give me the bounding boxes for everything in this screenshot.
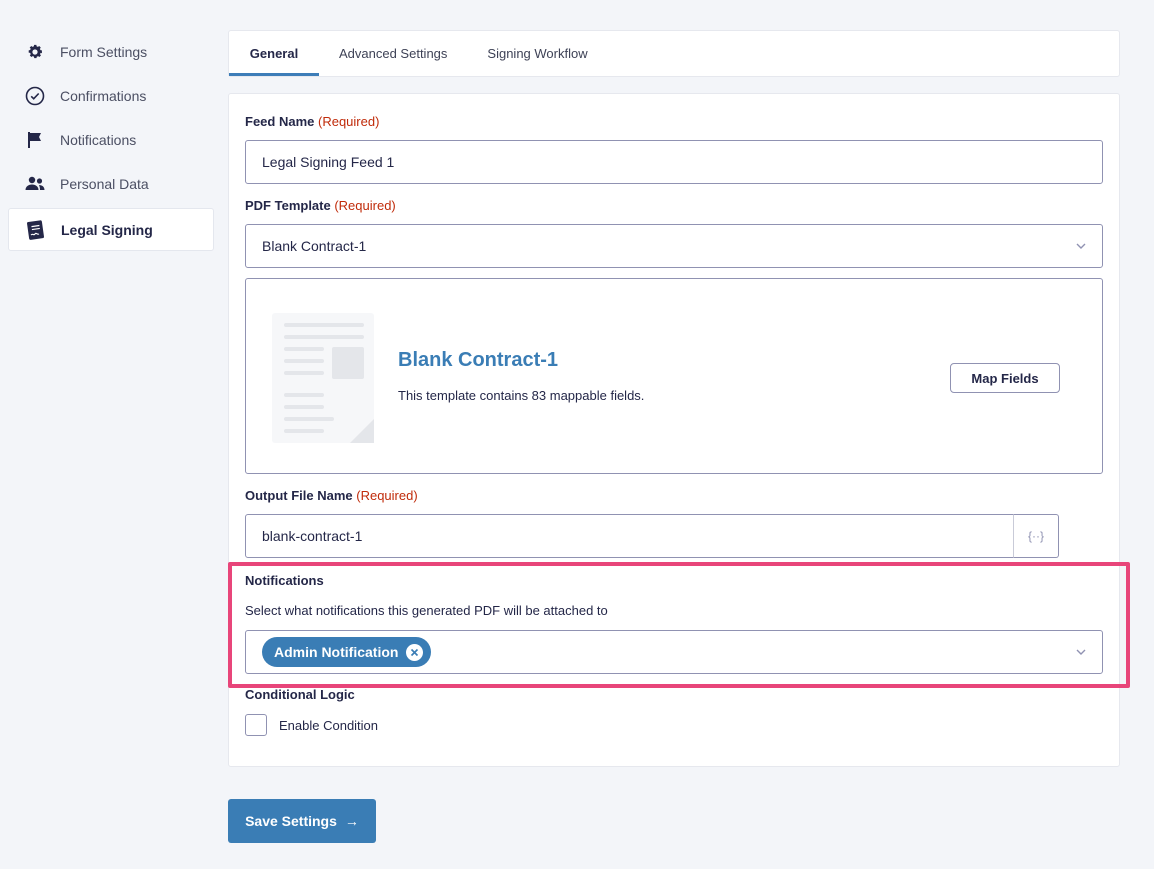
sidebar-item-confirmations[interactable]: Confirmations <box>8 74 214 118</box>
feed-name-label: Feed Name (Required) <box>245 114 380 129</box>
sidebar-item-notifications[interactable]: Notifications <box>8 118 214 162</box>
template-thumbnail-icon <box>272 313 374 443</box>
enable-condition-checkbox[interactable] <box>245 714 267 736</box>
pdf-template-select[interactable]: Blank Contract-1 <box>245 224 1103 268</box>
tab-advanced-settings[interactable]: Advanced Settings <box>319 31 467 76</box>
remove-chip-icon[interactable] <box>406 643 424 661</box>
sidebar-item-label: Personal Data <box>60 176 149 192</box>
map-fields-button[interactable]: Map Fields <box>950 363 1060 393</box>
notification-chip: Admin Notification <box>262 637 432 667</box>
sidebar-item-label: Form Settings <box>60 44 148 60</box>
sidebar-item-label: Notifications <box>60 132 137 148</box>
required-indicator: (Required) <box>334 198 396 213</box>
feed-name-input[interactable]: Legal Signing Feed 1 <box>245 140 1103 184</box>
template-title: Blank Contract-1 <box>398 349 559 371</box>
settings-sidebar: Form Settings Confirmations Notification… <box>8 30 214 251</box>
feed-settings-card: Feed Name (Required) Legal Signing Feed … <box>228 93 1120 767</box>
notifications-help-text: Select what notifications this generated… <box>245 603 608 618</box>
template-description: This template contains 83 mappable field… <box>398 388 645 403</box>
chevron-down-icon <box>1076 649 1086 655</box>
chevron-down-icon <box>1076 243 1086 249</box>
conditional-logic-label: Conditional Logic <box>245 687 355 702</box>
notifications-multiselect[interactable]: Admin Notification <box>245 630 1103 674</box>
required-indicator: (Required) <box>356 488 418 503</box>
merge-tag-icon: {··} <box>1027 529 1044 543</box>
save-settings-button[interactable]: Save Settings → <box>228 799 376 843</box>
sidebar-item-personal-data[interactable]: Personal Data <box>8 162 214 206</box>
tab-signing-workflow[interactable]: Signing Workflow <box>467 31 607 76</box>
output-file-name-label: Output File Name (Required) <box>245 488 418 503</box>
sidebar-item-legal-signing[interactable]: Legal Signing <box>8 208 214 251</box>
required-indicator: (Required) <box>318 114 380 129</box>
arrow-right-icon: → <box>344 813 359 829</box>
flag-icon <box>24 129 46 151</box>
template-preview: Blank Contract-1 This template contains … <box>245 278 1103 474</box>
sidebar-item-form-settings[interactable]: Form Settings <box>8 30 214 74</box>
gear-icon <box>24 41 46 63</box>
signed-document-icon <box>25 219 47 241</box>
tab-general[interactable]: General <box>229 31 319 76</box>
users-icon <box>24 173 46 195</box>
pdf-template-label: PDF Template (Required) <box>245 198 396 213</box>
settings-tabs: General Advanced Settings Signing Workfl… <box>228 30 1120 77</box>
notifications-label: Notifications <box>245 573 324 588</box>
merge-tag-button[interactable]: {··} <box>1013 514 1059 558</box>
sidebar-item-label: Legal Signing <box>61 221 153 238</box>
enable-condition-label[interactable]: Enable Condition <box>279 718 378 733</box>
sidebar-item-label: Confirmations <box>60 88 147 104</box>
output-file-name-input[interactable]: blank-contract-1 <box>245 514 1014 558</box>
check-circle-icon <box>24 85 46 107</box>
